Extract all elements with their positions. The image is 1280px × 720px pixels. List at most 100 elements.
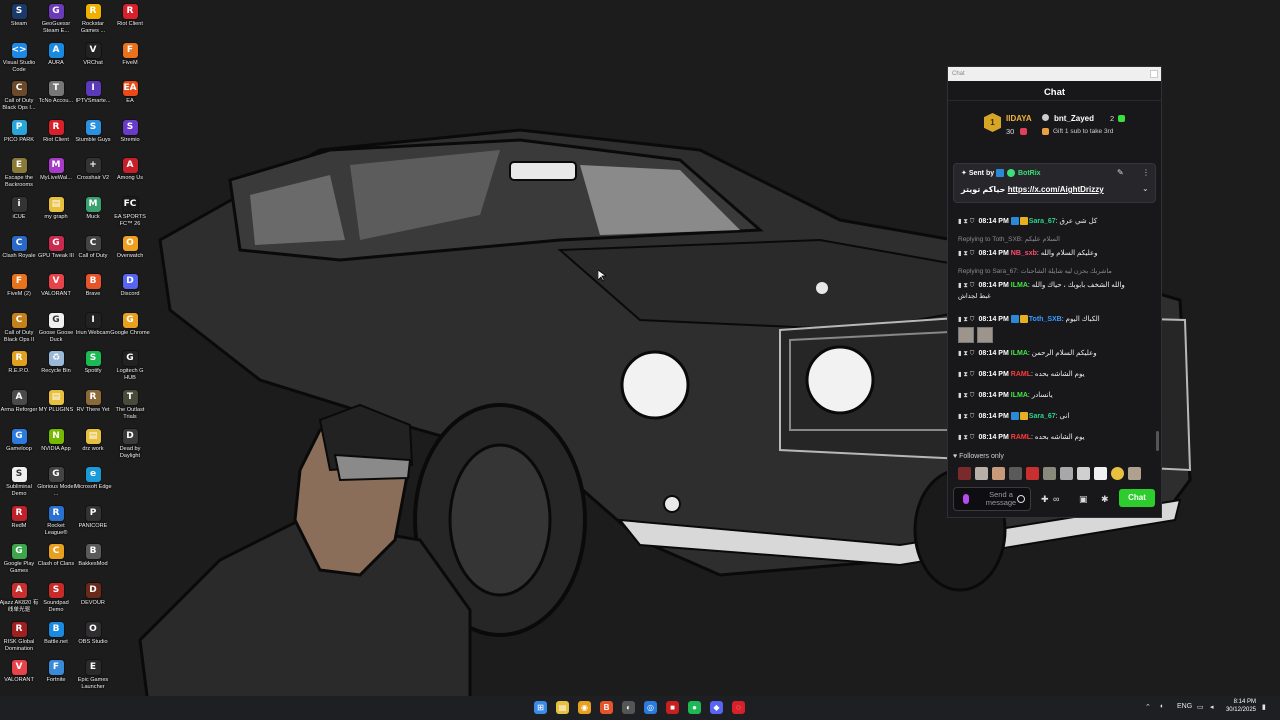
message-username[interactable]: ILMA bbox=[1011, 350, 1028, 357]
desktop-icon[interactable]: D DEVOUR bbox=[74, 583, 112, 607]
desktop-icon[interactable]: B Battle.net bbox=[37, 621, 75, 646]
desktop-icon[interactable]: V VRChat bbox=[74, 42, 112, 67]
desktop-icon[interactable]: C Clash Royale bbox=[0, 235, 38, 260]
desktop-icon[interactable]: G Glorious Model ... bbox=[37, 467, 75, 498]
desktop-icon[interactable]: I Iriun Webcam bbox=[74, 312, 112, 337]
taskbar-start-button-icon[interactable]: ⊞ bbox=[534, 701, 547, 714]
message-username[interactable]: Sara_67 bbox=[1029, 413, 1056, 420]
desktop-icon[interactable]: N NVIDIA App bbox=[37, 428, 75, 453]
desktop-icon[interactable]: D Discord bbox=[111, 274, 149, 298]
desktop-icon[interactable]: G Google Chrome bbox=[110, 312, 150, 337]
desktop-icon[interactable]: C Call of Duty Black Ops II bbox=[0, 312, 38, 344]
pinned-menu-icon[interactable]: ⋮ bbox=[1142, 168, 1150, 177]
desktop-icon[interactable]: ♻ Recycle Bin bbox=[37, 351, 75, 375]
desktop-icon[interactable]: R RISK Global Domination bbox=[0, 621, 38, 653]
message-username[interactable]: Toth_SXB bbox=[1029, 316, 1062, 323]
pinned-message[interactable]: ✦ Sent by BotRix ✎ ⋮ حياكم تويتر https:/… bbox=[953, 163, 1156, 203]
taskbar-app-2-icon[interactable]: ◎ bbox=[644, 701, 657, 714]
taskbar-discord-icon[interactable]: ◆ bbox=[710, 701, 723, 714]
desktop-icon[interactable]: R Riot Client bbox=[111, 4, 149, 28]
leaderboard-second-name[interactable]: bnt_Zayed bbox=[1054, 114, 1094, 123]
desktop-icon[interactable]: S Stumble Guys bbox=[74, 119, 112, 144]
chat-titlebar[interactable]: Chat bbox=[948, 67, 1161, 81]
reply-context[interactable]: Replying to Sara_67: ماشربك بحزن ليه شاي… bbox=[958, 267, 1112, 275]
desktop-icon[interactable]: EA EA bbox=[111, 81, 149, 105]
clock-date[interactable]: 30/12/2025 bbox=[1226, 707, 1256, 713]
desktop-icon[interactable]: e Microsoft Edge bbox=[74, 467, 112, 491]
message-username[interactable]: ILMA bbox=[1011, 282, 1028, 289]
gift-leaderboard[interactable]: 1 IIDAYA 30 bnt_Zayed 2 Gift 1 sub to ta… bbox=[948, 101, 1161, 145]
chat-input-row[interactable]: Send a message ✚ ∞ ▣ ✱ Chat bbox=[953, 487, 1158, 513]
desktop-icon[interactable]: V VALORANT bbox=[0, 660, 38, 684]
desktop-icon[interactable]: M MyLiveWal... bbox=[37, 158, 75, 182]
taskbar-brave-icon[interactable]: B bbox=[600, 701, 613, 714]
desktop-icon[interactable]: S Steam bbox=[0, 4, 38, 28]
chat-window[interactable]: Chat Chat 1 IIDAYA 30 bnt_Zayed 2 Gift 1… bbox=[947, 66, 1162, 518]
desktop-icon[interactable]: B BakkesMod bbox=[74, 544, 112, 568]
mod-actions-icon[interactable]: ▮ ⧗ ⛉ bbox=[958, 250, 974, 257]
tray-chevron-icon[interactable]: ⌃ bbox=[1145, 703, 1151, 711]
desktop-icon[interactable]: S Spotify bbox=[74, 351, 112, 375]
chat-message[interactable]: ▮ ⧗ ⛉ 08:14 PM RAML: يوم الشاشه بحده bbox=[958, 433, 1158, 442]
desktop-icon[interactable]: I IPTVSmarte... bbox=[74, 81, 112, 105]
store-icon[interactable]: ▣ bbox=[1079, 494, 1088, 505]
emote-item[interactable] bbox=[1111, 467, 1124, 480]
desktop-icon[interactable]: G Logitech G HUB bbox=[111, 351, 149, 382]
desktop-icon[interactable]: O OBS Studio bbox=[74, 621, 112, 646]
desktop-icon[interactable]: A AURA bbox=[37, 42, 75, 67]
emote-item[interactable] bbox=[1128, 467, 1141, 480]
desktop-icon[interactable]: S Stremio bbox=[111, 119, 149, 144]
pinned-sender[interactable]: BotRix bbox=[1018, 170, 1041, 177]
volume-icon[interactable]: ◂ bbox=[1210, 703, 1214, 711]
desktop-icon[interactable]: G GeoGuessr Steam E... bbox=[37, 4, 75, 35]
desktop-icon[interactable]: R Rocket League® bbox=[37, 505, 75, 537]
desktop-icon[interactable]: P PICO PARK bbox=[0, 119, 38, 144]
microphone-icon[interactable] bbox=[963, 494, 969, 504]
chat-message[interactable]: ▮ ⧗ ⛉ 08:14 PM Toth_SXB: الكباك اليوم bbox=[958, 315, 1158, 324]
desktop-icon[interactable]: C Clash of Clans bbox=[37, 544, 75, 568]
mod-actions-icon[interactable]: ▮ ⧗ ⛉ bbox=[958, 434, 974, 441]
desktop-icon[interactable]: R RV There Yet bbox=[74, 390, 112, 414]
desktop-icon[interactable]: ▤ drz work bbox=[74, 428, 112, 453]
message-image-thumbnail[interactable] bbox=[958, 327, 974, 343]
desktop-icon[interactable]: A Arma Reforger bbox=[0, 390, 38, 414]
chat-message[interactable]: ▮ ⧗ ⛉ 08:14 PM Sara_67: انى bbox=[958, 412, 1158, 421]
message-image-thumbnail[interactable] bbox=[977, 327, 993, 343]
message-username[interactable]: RAML bbox=[1011, 434, 1031, 441]
mod-actions-icon[interactable]: ▮ ⧗ ⛉ bbox=[958, 371, 974, 378]
chat-send-button[interactable]: Chat bbox=[1119, 489, 1155, 507]
desktop-icon[interactable]: G Goose Goose Duck bbox=[37, 312, 75, 344]
desktop-icon[interactable]: T The Outlast Trials bbox=[111, 390, 149, 421]
taskbar-app-3-icon[interactable]: ■ bbox=[666, 701, 679, 714]
mod-actions-icon[interactable]: ▮ ⧗ ⛉ bbox=[958, 350, 974, 357]
mod-actions-icon[interactable]: ▮ ⧗ ⛉ bbox=[958, 392, 974, 399]
tray-app-icon[interactable]: ◐ bbox=[1160, 703, 1164, 710]
desktop-icon[interactable]: G GPU Tweak III bbox=[37, 235, 75, 260]
desktop-icon[interactable]: G Google Play Games bbox=[0, 544, 38, 575]
emote-item[interactable] bbox=[992, 467, 1005, 480]
chat-message-list[interactable]: ▮ ⧗ ⛉ 08:14 PM Sara_67: كل شي عرق Replying … bbox=[948, 211, 1161, 451]
desktop-icon[interactable]: R Riot Client bbox=[37, 119, 75, 144]
message-username[interactable]: NB_sxb bbox=[1011, 250, 1037, 257]
desktop-icon[interactable]: A Ajazz AK820 有线单光驱 bbox=[0, 583, 38, 614]
emote-item[interactable] bbox=[958, 467, 971, 480]
message-username[interactable]: RAML bbox=[1011, 371, 1031, 378]
taskbar-app-4-icon[interactable]: ◌ bbox=[732, 701, 745, 714]
notification-icon[interactable]: ▮ bbox=[1262, 703, 1266, 711]
pinned-link[interactable]: https://x.com/AightDrizzy bbox=[1008, 185, 1104, 194]
chat-message[interactable]: ▮ ⧗ ⛉ 08:14 PM ILMA: وعليكم السلام الرحمن bbox=[958, 349, 1158, 358]
desktop-icon[interactable]: A Among Us bbox=[111, 158, 149, 182]
desktop-icon[interactable]: V VALORANT bbox=[37, 274, 75, 298]
mod-actions-icon[interactable]: ▮ ⧗ ⛉ bbox=[958, 316, 974, 323]
desktop-icon[interactable]: R RedM bbox=[0, 505, 38, 530]
network-icon[interactable]: ▭ bbox=[1197, 703, 1204, 711]
emote-item[interactable] bbox=[975, 467, 988, 480]
desktop-icon[interactable]: M Muck bbox=[74, 197, 112, 221]
taskbar-file-explorer-icon[interactable]: ▤ bbox=[556, 701, 569, 714]
taskbar-chrome-icon[interactable]: ◉ bbox=[578, 701, 591, 714]
clock-time[interactable]: 8:14 PM bbox=[1234, 699, 1256, 705]
chat-message[interactable]: ▮ ⧗ ⛉ 08:14 PM RAML: يوم الشاشه بحده bbox=[958, 370, 1158, 379]
chat-scrollbar[interactable] bbox=[1156, 431, 1159, 451]
emote-item[interactable] bbox=[1077, 467, 1090, 480]
gear-icon[interactable]: ✱ bbox=[1101, 494, 1109, 505]
